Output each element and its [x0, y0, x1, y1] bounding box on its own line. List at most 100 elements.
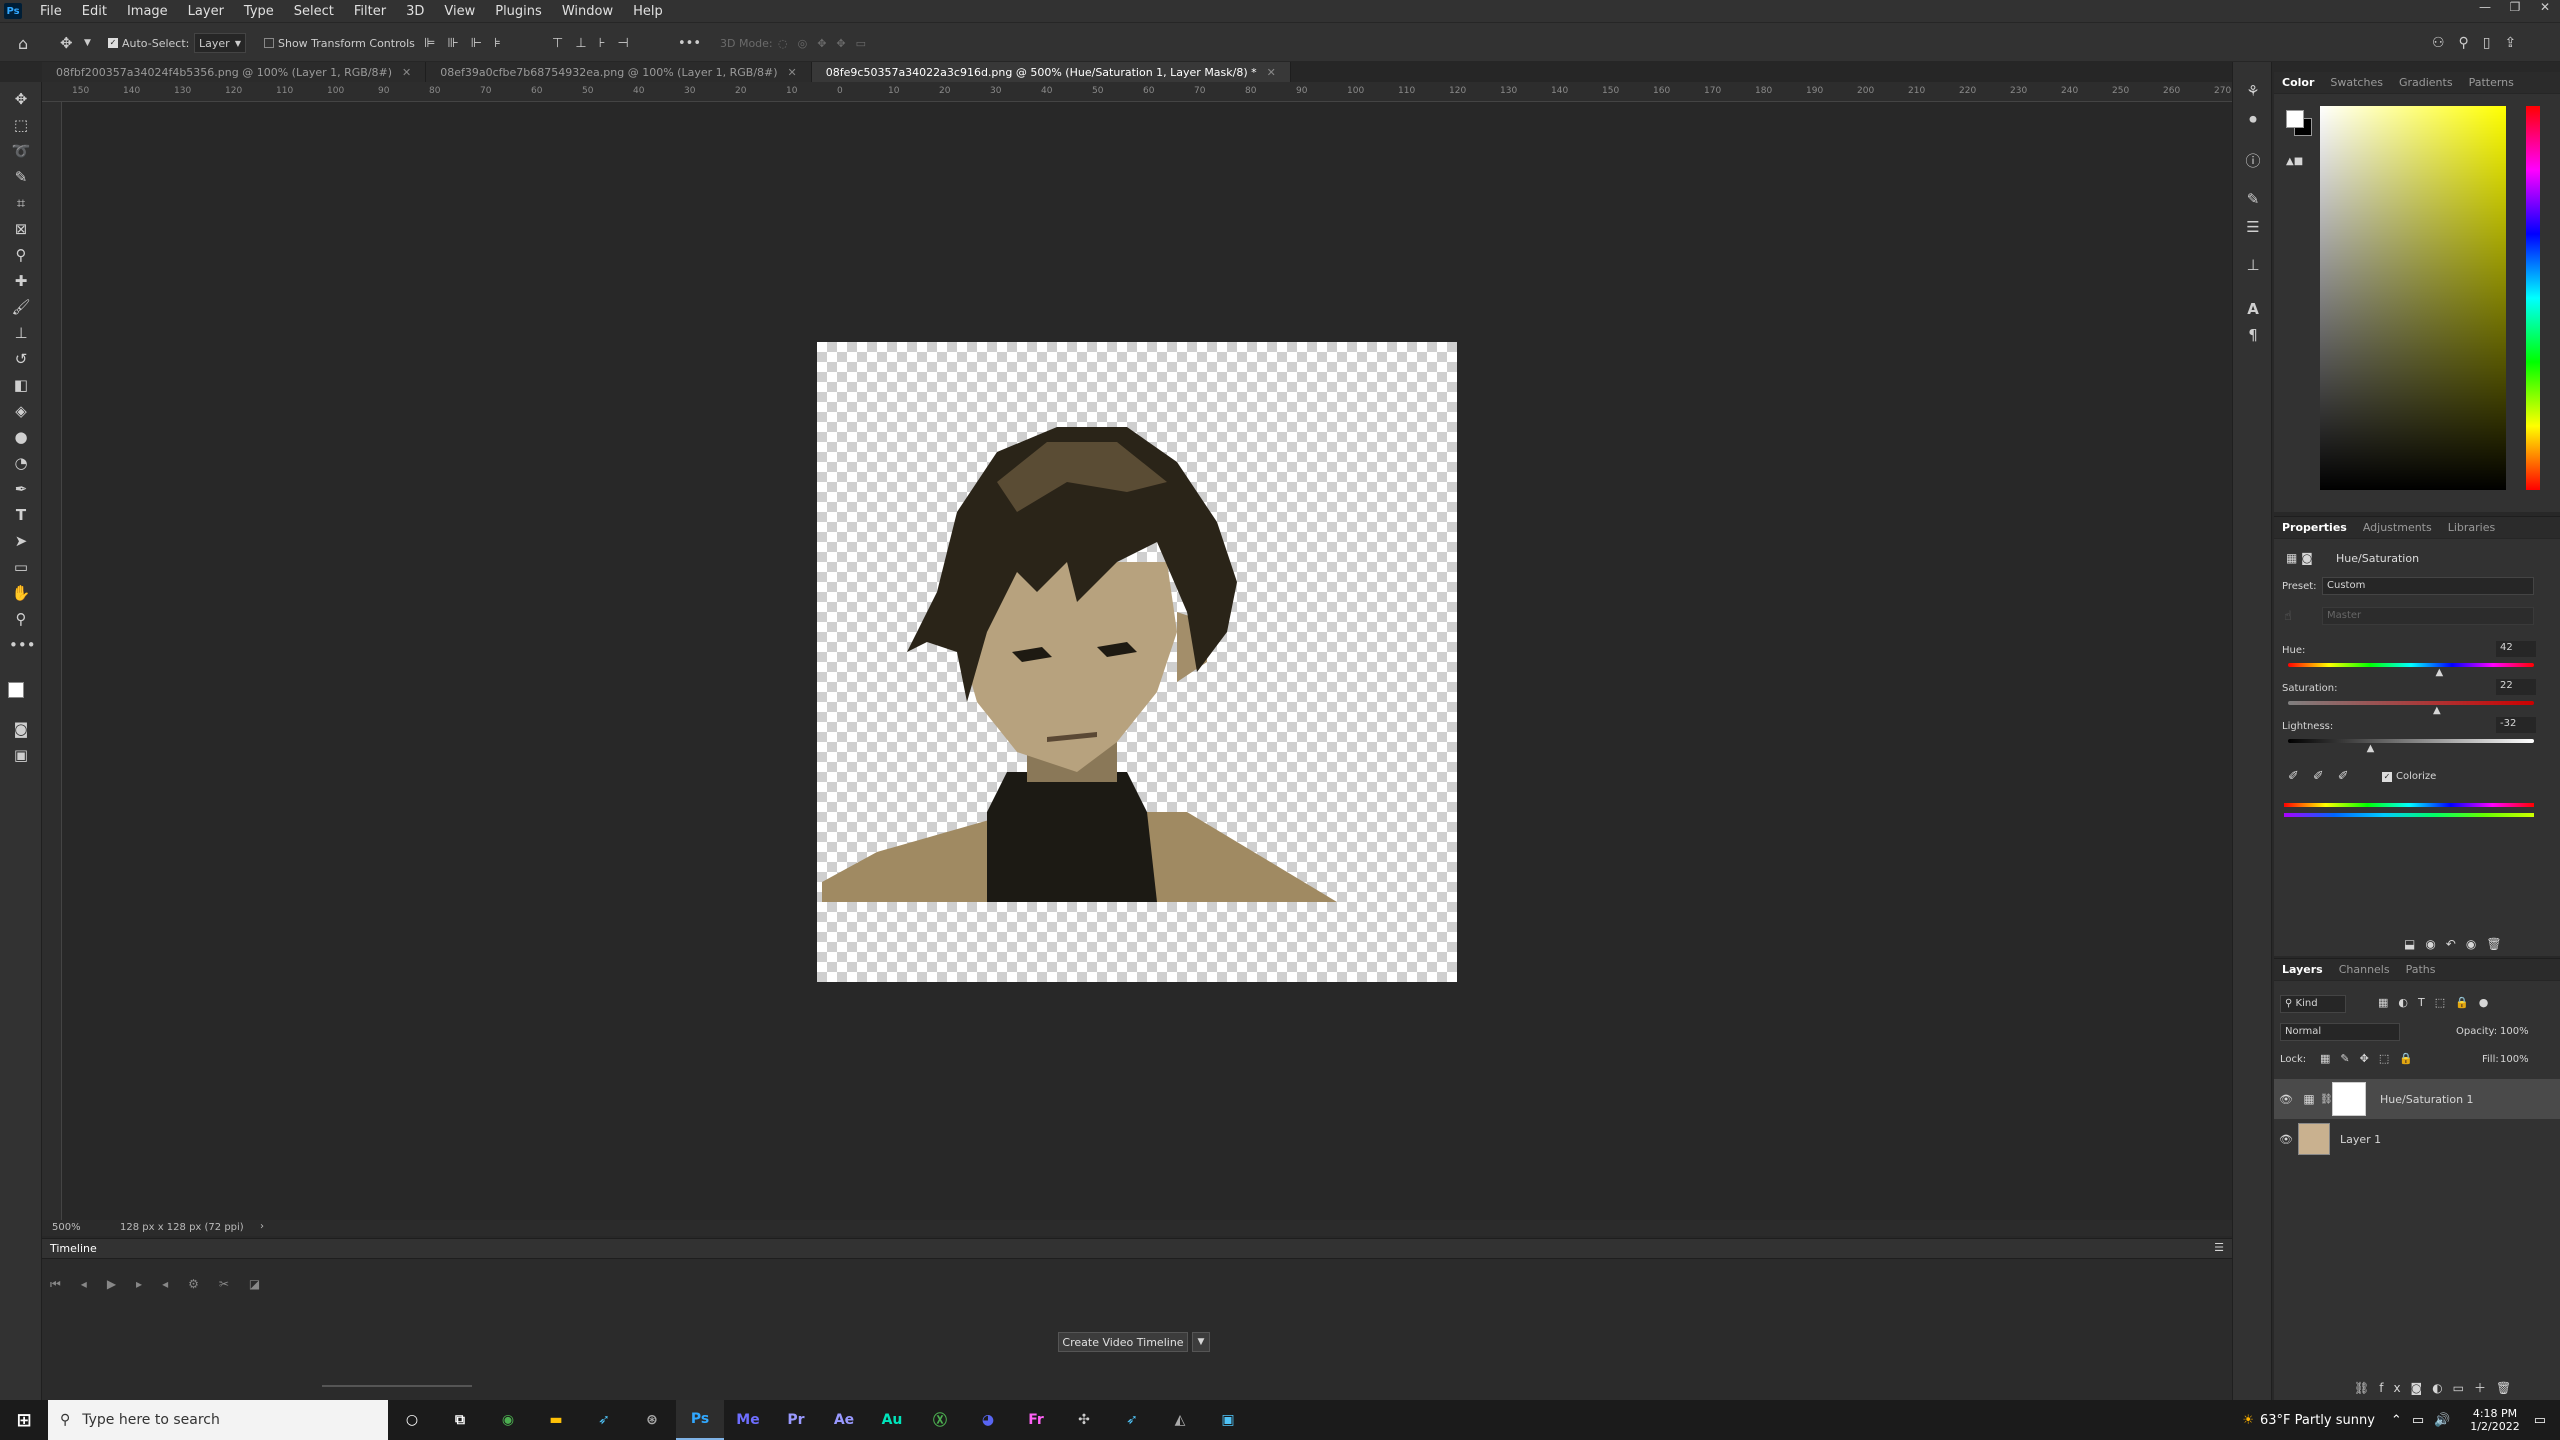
color-picker-field[interactable]: [2320, 106, 2506, 490]
chrome-icon[interactable]: ◉: [484, 1400, 532, 1440]
properties-footer-icons[interactable]: ⬓◉↶◉🗑: [2404, 937, 2512, 951]
rectangle-tool-icon[interactable]: ▭: [9, 556, 33, 578]
tab-libraries[interactable]: Libraries: [2440, 521, 2504, 534]
weather-text[interactable]: 63°F Partly sunny: [2260, 1413, 2375, 1428]
create-video-timeline-button[interactable]: Create Video Timeline: [1058, 1332, 1188, 1352]
dodge-tool-icon[interactable]: ◔: [9, 452, 33, 474]
tab-properties[interactable]: Properties: [2274, 521, 2355, 534]
document-tab-active[interactable]: 08fe9c50357a34022a3c916d.png @ 500% (Hue…: [811, 62, 1291, 82]
hue-slider-thumb[interactable]: ▲: [2436, 667, 2444, 678]
foreground-color-swatch[interactable]: [2286, 110, 2304, 128]
opacity-value[interactable]: 100%: [2500, 1026, 2529, 1037]
auto-select-checkbox[interactable]: ✓ Auto-Select:: [108, 33, 189, 53]
taskbar-search-box[interactable]: ⚲ Type here to search: [48, 1400, 388, 1440]
layer-row-layer-1[interactable]: 👁 Layer 1: [2274, 1119, 2560, 1159]
auto-select-target-dropdown[interactable]: Layer ▼: [194, 33, 246, 53]
app-icon[interactable]: ▣: [1204, 1400, 1252, 1440]
zoom-level[interactable]: 500%: [52, 1222, 81, 1233]
targeted-adjustment-icon[interactable]: ☝: [2284, 609, 2292, 624]
chevron-right-icon[interactable]: ›: [260, 1221, 264, 1232]
menu-3d[interactable]: 3D: [396, 4, 434, 19]
lock-icons[interactable]: ▦✎✥⬚🔒: [2320, 1052, 2423, 1065]
character-icon[interactable]: A: [2241, 298, 2265, 320]
info-icon[interactable]: ⓘ: [2241, 150, 2265, 172]
timeline-title[interactable]: Timeline: [50, 1242, 97, 1255]
xbox-icon[interactable]: Ⓧ: [916, 1400, 964, 1440]
discord-icon[interactable]: ◕: [964, 1400, 1012, 1440]
close-tab-icon[interactable]: ✕: [788, 66, 797, 79]
document-canvas[interactable]: [817, 342, 1457, 982]
close-icon[interactable]: ✕: [2530, 0, 2560, 14]
tab-layers[interactable]: Layers: [2274, 963, 2331, 976]
timeline-zoom-slider[interactable]: [322, 1385, 472, 1387]
layer-row-hue-saturation[interactable]: 👁 ▦ ⛓ Hue/Saturation 1: [2274, 1079, 2560, 1119]
steam-icon[interactable]: ➶: [1108, 1400, 1156, 1440]
document-tab[interactable]: 08ef39a0cfbe7b68754932ea.png @ 100% (Lay…: [426, 62, 812, 82]
brush-tool-icon[interactable]: 🖌: [9, 296, 33, 318]
crop-tool-icon[interactable]: ⌗: [9, 192, 33, 214]
menu-help[interactable]: Help: [623, 4, 673, 19]
menu-plugins[interactable]: Plugins: [485, 4, 552, 19]
chevron-down-icon[interactable]: ▼: [84, 33, 91, 53]
tab-adjustments[interactable]: Adjustments: [2355, 521, 2440, 534]
lightness-value-field[interactable]: -32: [2496, 717, 2536, 733]
blend-mode-dropdown[interactable]: Normal: [2280, 1023, 2400, 1041]
clone-stamp-tool-icon[interactable]: ⊥: [9, 322, 33, 344]
tab-channels[interactable]: Channels: [2331, 963, 2398, 976]
lightness-slider-thumb[interactable]: ▲: [2367, 743, 2375, 754]
move-tool-icon[interactable]: ✥: [9, 88, 33, 110]
eraser-tool-icon[interactable]: ◧: [9, 374, 33, 396]
clone-source-icon[interactable]: ⊥: [2241, 254, 2265, 276]
saturation-slider-track[interactable]: [2288, 701, 2534, 705]
layer-name[interactable]: Hue/Saturation 1: [2380, 1093, 2474, 1106]
screen-mode-icon[interactable]: ▣: [9, 744, 33, 766]
adjustments-icon[interactable]: ☰: [2241, 216, 2265, 238]
visibility-eye-icon[interactable]: 👁: [2274, 1133, 2298, 1146]
edit-toolbar-icon[interactable]: •••: [9, 634, 36, 656]
actions-icon[interactable]: ⏺: [2241, 108, 2265, 130]
quick-selection-tool-icon[interactable]: ✎: [9, 166, 33, 188]
menu-image[interactable]: Image: [117, 4, 178, 19]
app-icon[interactable]: ➶: [580, 1400, 628, 1440]
photoshop-taskbar-icon[interactable]: Ps: [676, 1400, 724, 1440]
eyedropper-icons[interactable]: ✐✐✐: [2288, 769, 2363, 784]
saturation-slider-thumb[interactable]: ▲: [2433, 705, 2441, 716]
tray-icons[interactable]: ⌃▭🔊: [2391, 1413, 2460, 1428]
task-view-icon[interactable]: ⧉: [436, 1400, 484, 1440]
layers-footer-icons[interactable]: ⛓fx◙◐▭＋🗑: [2354, 1379, 2521, 1396]
cortana-icon[interactable]: ○: [388, 1400, 436, 1440]
restore-icon[interactable]: ❐: [2500, 0, 2530, 14]
app-icon[interactable]: ✣: [1060, 1400, 1108, 1440]
distribute-icons[interactable]: ⊤⊥⊦⊣: [552, 33, 641, 53]
tab-paths[interactable]: Paths: [2398, 963, 2444, 976]
paragraph-icon[interactable]: ¶: [2241, 324, 2265, 346]
hue-slider-track[interactable]: [2288, 663, 2534, 667]
close-tab-icon[interactable]: ✕: [1267, 66, 1276, 79]
paint-bucket-tool-icon[interactable]: ◈: [9, 400, 33, 422]
foreground-color-swatch[interactable]: [8, 682, 24, 698]
tab-patterns[interactable]: Patterns: [2461, 76, 2522, 89]
menu-filter[interactable]: Filter: [344, 4, 396, 19]
premiere-icon[interactable]: Pr: [772, 1400, 820, 1440]
hand-tool-icon[interactable]: ✋: [9, 582, 33, 604]
menu-layer[interactable]: Layer: [178, 4, 234, 19]
notifications-icon[interactable]: ▭: [2534, 1413, 2546, 1428]
menu-view[interactable]: View: [434, 4, 485, 19]
marquee-tool-icon[interactable]: ⬚: [9, 114, 33, 136]
colorize-checkbox[interactable]: ✓ Colorize: [2382, 771, 2436, 782]
frame-tool-icon[interactable]: ⊠: [9, 218, 33, 240]
layer-mask-thumbnail[interactable]: [2332, 1082, 2366, 1116]
menu-file[interactable]: File: [30, 4, 72, 19]
eyedropper-tool-icon[interactable]: ⚲: [9, 244, 33, 266]
tab-swatches[interactable]: Swatches: [2322, 76, 2391, 89]
menu-select[interactable]: Select: [284, 4, 344, 19]
saturation-value-field[interactable]: 22: [2496, 679, 2536, 695]
blur-tool-icon[interactable]: ●: [9, 426, 33, 448]
visibility-eye-icon[interactable]: 👁: [2274, 1093, 2298, 1106]
zoom-tool-icon[interactable]: ⚲: [9, 608, 33, 630]
tab-gradients[interactable]: Gradients: [2391, 76, 2461, 89]
audition-icon[interactable]: Au: [868, 1400, 916, 1440]
layer-filter-dropdown[interactable]: ⚲ Kind: [2280, 995, 2346, 1013]
app-icon[interactable]: ◭: [1156, 1400, 1204, 1440]
fill-value[interactable]: 100%: [2500, 1054, 2529, 1065]
